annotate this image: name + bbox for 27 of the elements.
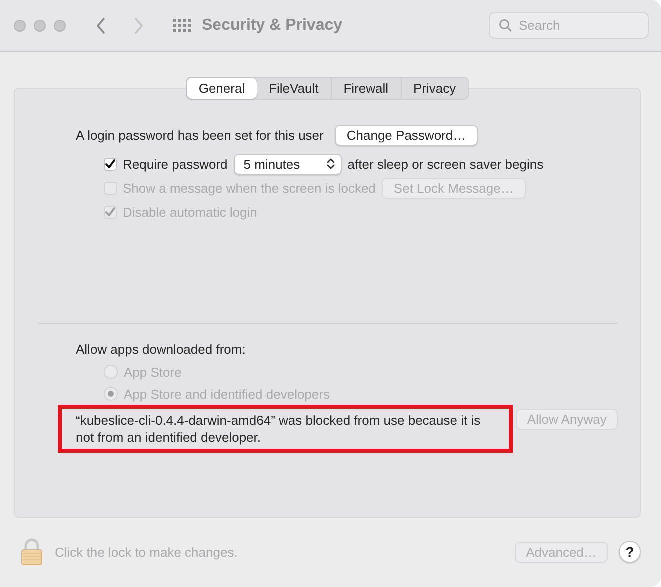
section-heading: Allow apps downloaded from: (76, 342, 246, 356)
radio-label: App Store (124, 364, 182, 380)
checkbox-label: Show a message when the screen is locked (123, 180, 376, 196)
tab[interactable]: Privacy (402, 78, 468, 99)
tab[interactable]: FileVault (257, 78, 332, 99)
blocked-message: “kubeslice-cli-0.4.4-darwin-amd64” was blocked from use because it is not from an identified developer. (76, 412, 482, 446)
label: after sleep or screen saver begins (348, 156, 544, 172)
checkbox-label: Require password (123, 156, 228, 172)
label: A login password has been set for this user (76, 128, 324, 142)
forward-icon[interactable] (133, 16, 145, 34)
lock-message: Click the lock to make changes. (55, 544, 238, 560)
window-title: Security & Privacy (202, 16, 343, 34)
lock-icon[interactable] (20, 538, 44, 566)
stepper-icon[interactable] (326, 158, 335, 170)
grid-icon[interactable] (173, 19, 191, 32)
change-password-button[interactable]: Change Password… (334, 124, 478, 146)
interval-dropdown[interactable]: 5 minutes (234, 154, 342, 174)
back-icon[interactable] (95, 16, 107, 34)
zoom-button[interactable] (54, 20, 66, 32)
checkbox-label: Disable automatic login (123, 204, 258, 220)
close-button[interactable] (14, 20, 26, 32)
tab[interactable]: Firewall (332, 78, 402, 99)
minimize-button[interactable] (34, 20, 46, 32)
help-button[interactable]: ? (619, 541, 641, 563)
tab[interactable]: General (186, 78, 258, 99)
search-field[interactable]: Search (489, 12, 649, 39)
radio-label: App Store and identified developers (124, 386, 330, 402)
